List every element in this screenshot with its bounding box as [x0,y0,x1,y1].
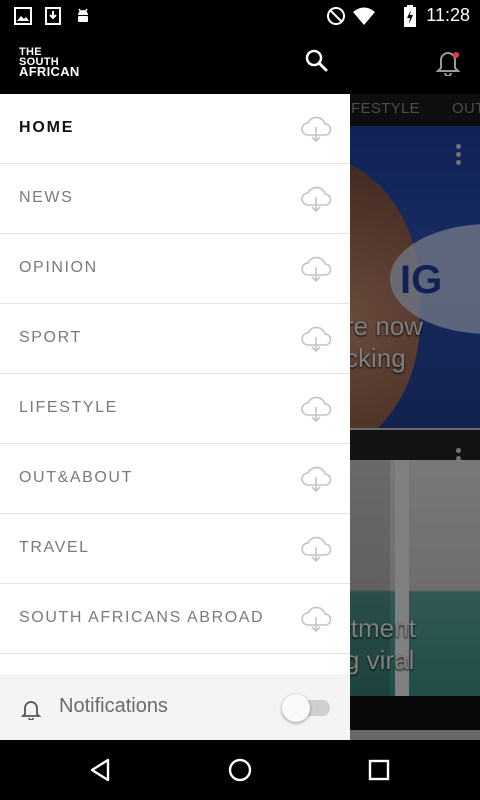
image-icon [14,7,32,25]
notifications-toggle[interactable] [282,694,332,722]
search-icon[interactable] [302,46,330,74]
cloud-download-icon[interactable] [300,604,332,634]
menu-item-news[interactable]: NEWS [0,164,350,234]
menu-item-sport[interactable]: SPORT [0,304,350,374]
menu-item-south-africans-abroad[interactable]: SOUTH AFRICANS ABROAD [0,584,350,654]
cloud-download-icon[interactable] [300,464,332,494]
android-icon [78,8,88,22]
menu-item-opinion[interactable]: OPINION [0,234,350,304]
home-icon[interactable] [224,754,256,786]
menu-item-label: OPINION [19,259,98,276]
menu-item-label: HOME [19,119,75,136]
cloud-download-icon[interactable] [300,254,332,284]
cloud-download-icon[interactable] [300,114,332,144]
menu-item-label: SOUTH AFRICANS ABROAD [19,609,265,626]
menu-item-label: OUT&ABOUT [19,469,133,486]
cloud-download-icon[interactable] [300,184,332,214]
cloud-download-icon[interactable] [300,534,332,564]
notifications-row[interactable]: Notifications [0,674,350,740]
menu-item-home[interactable]: HOME [0,94,350,164]
logo-line: AFRICAN [19,64,80,79]
download-icon [45,7,61,25]
menu-item-lifestyle[interactable]: LIFESTYLE [0,374,350,444]
menu-item-label: TRAVEL [19,539,90,556]
back-icon[interactable] [84,754,116,786]
app-screen: 11:28 THE SOUTH AFRICAN LIFESTYLE OUT IG… [0,0,480,800]
menu-item-label: SPORT [19,329,82,346]
cloud-download-icon[interactable] [300,394,332,424]
app-logo[interactable]: THE SOUTH AFRICAN [19,47,80,79]
status-time: 11:28 [426,5,470,25]
do-not-disturb-icon [327,7,345,25]
status-bar: 11:28 [0,0,480,32]
recents-icon[interactable] [363,754,395,786]
notification-badge [453,52,459,58]
system-navigation-bar [0,740,480,800]
wifi-icon [353,7,375,25]
toggle-thumb [282,694,310,722]
menu-item-travel[interactable]: TRAVEL [0,514,350,584]
menu-item-label: LIFESTYLE [19,399,118,416]
navigation-drawer: HOME NEWS OPINION SPORT LIFESTYLE OUT&AB… [0,94,350,740]
bell-icon [20,701,42,720]
notifications-label: Notifications [59,695,168,717]
menu-item-out-about[interactable]: OUT&ABOUT [0,444,350,514]
cloud-download-icon[interactable] [300,324,332,354]
menu-item-label: NEWS [19,189,74,206]
battery-charging-icon [404,5,416,27]
